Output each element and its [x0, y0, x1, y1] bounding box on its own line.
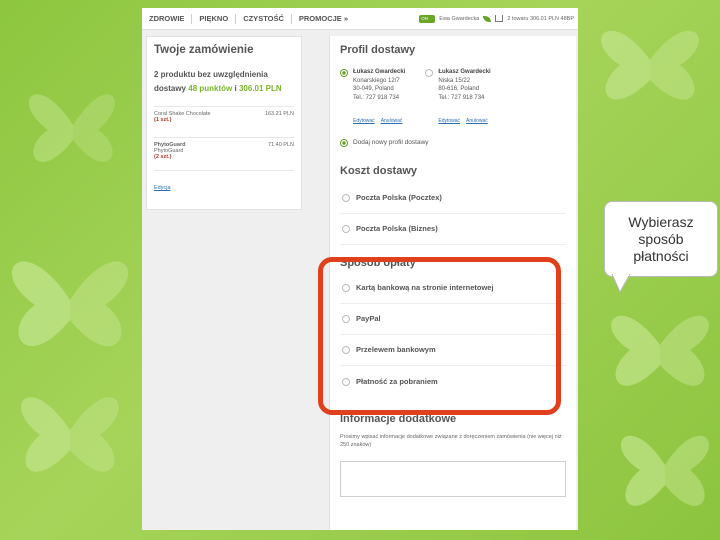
cart-summary[interactable]: 2 towaru 306.01 PLN 48BP: [507, 16, 574, 22]
summary-line-1: 2 produktu bez uwzględnienia: [154, 70, 268, 79]
nav-item-piekno[interactable]: PIĘKNO: [192, 13, 237, 24]
order-item-qty: (1 szt.): [154, 117, 172, 123]
address-actions: Edytować Anulować: [438, 117, 490, 126]
shipping-radio[interactable]: [342, 194, 350, 202]
top-navigation: ZDROWIE PIĘKNO CZYSTOŚĆ PROMOCJE » ON Ew…: [142, 8, 578, 30]
delete-address-link[interactable]: Anulować: [466, 117, 488, 126]
edit-address-link[interactable]: Edytować: [353, 117, 375, 126]
order-item-qty: (2 szt.): [154, 154, 172, 160]
summary-line-2: dostawy 48 punktów i 306.01 PLN: [154, 82, 294, 96]
edit-address-link[interactable]: Edytować: [438, 117, 460, 126]
address-line2: 30-049, Poland: [353, 86, 394, 92]
summary-prefix: dostawy: [154, 84, 187, 93]
butterfly-icon: [611, 315, 709, 386]
butterfly-icon: [620, 435, 710, 506]
cart-icon[interactable]: [495, 15, 504, 22]
address-radio[interactable]: [340, 69, 348, 77]
shipping-label: Poczta Polska (Pocztex): [356, 193, 442, 202]
butterfly-icon: [28, 94, 115, 162]
address-name: Łukasz Gwardecki: [353, 69, 406, 75]
leaf-icon: [483, 15, 492, 22]
total-value: 306.01 PLN: [238, 84, 282, 93]
shipping-option[interactable]: Poczta Polska (Pocztex): [340, 183, 566, 214]
order-item-price: 71.40 PLN: [268, 142, 294, 148]
address-line2: 80-616, Poland: [438, 86, 480, 92]
user-name[interactable]: Ewa Gwardecka: [439, 16, 479, 22]
address-phone: Tel.: 727 918 734: [353, 94, 400, 101]
order-summary-text: 2 produktu bez uwzględnienia dostawy 48 …: [154, 68, 294, 96]
order-summary-panel: Twoje zamówienie 2 produktu bez uwzględn…: [146, 36, 302, 210]
address-radio[interactable]: [425, 69, 434, 77]
nav-promocje-label: PROMOCJE: [298, 13, 342, 23]
butterfly-icon: [601, 30, 699, 100]
add-profile-radio[interactable]: [340, 138, 348, 147]
address-list: Łukasz Gwardecki Konarskiego 12/7 30-049…: [340, 68, 566, 126]
address-card[interactable]: Łukasz Gwardecki Niska 15/22 80-616, Pol…: [425, 68, 491, 126]
address-name: Łukasz Gwardecki: [438, 69, 491, 75]
callout-text: Wybierasz sposób płatności: [628, 213, 694, 264]
shipping-radio[interactable]: [342, 225, 350, 233]
order-item-price: 163.21 PLN: [264, 111, 294, 117]
nav-item-zdrowie[interactable]: ZDROWIE: [142, 13, 193, 24]
address-phone: Tel.: 727 918 734: [438, 94, 485, 101]
butterfly-icon: [21, 397, 119, 472]
payment-highlight-frame: [318, 257, 561, 415]
address-line1: Konarskiego 12/7: [353, 77, 400, 84]
shipping-title: Koszt dostawy: [340, 164, 418, 177]
summary-and: i: [234, 84, 237, 93]
additional-info-hint: Prosimy wpisać informacje dodatkowe zwią…: [340, 433, 562, 448]
delivery-profile-title: Profil dostawy: [340, 44, 416, 56]
shipping-label: Poczta Polska (Biznes): [356, 224, 438, 233]
address-line1: Niska 15/22: [438, 77, 471, 84]
shipping-option[interactable]: Poczta Polska (Biznes): [340, 214, 566, 245]
order-title: Twoje zamówienie: [154, 44, 254, 56]
user-area: ON Ewa Gwardecka 2 towaru 306.01 PLN 48B…: [419, 14, 578, 23]
add-profile-label: Dodaj nowy profil dostawy: [353, 138, 429, 146]
nav-item-promocje[interactable]: PROMOCJE »: [292, 14, 355, 24]
callout-bubble: Wybierasz sposób płatności: [604, 201, 718, 277]
order-item: PhytoGuard PhytoGuard (2 szt.) 71.40 PLN: [154, 137, 294, 160]
nav-item-czystosc[interactable]: CZYSTOŚĆ: [236, 13, 292, 24]
address-card[interactable]: Łukasz Gwardecki Konarskiego 12/7 30-049…: [340, 68, 405, 126]
language-toggle[interactable]: ON: [419, 14, 436, 23]
order-item: Coral Shake Chocolate (1 szt.) 163.21 PL…: [154, 106, 294, 123]
callout-tail-icon: [611, 274, 631, 294]
points-value: 48 punktów: [188, 84, 233, 93]
add-profile-option[interactable]: Dodaj nowy profil dostawy: [340, 138, 566, 147]
delete-address-link[interactable]: Anulować: [381, 117, 403, 126]
nav-promocje-arrow: »: [343, 13, 349, 23]
address-actions: Edytować Anulować: [353, 117, 405, 126]
edit-order-link[interactable]: Edycja: [154, 185, 171, 191]
additional-info-textarea[interactable]: [340, 460, 566, 497]
butterfly-icon: [11, 261, 129, 347]
